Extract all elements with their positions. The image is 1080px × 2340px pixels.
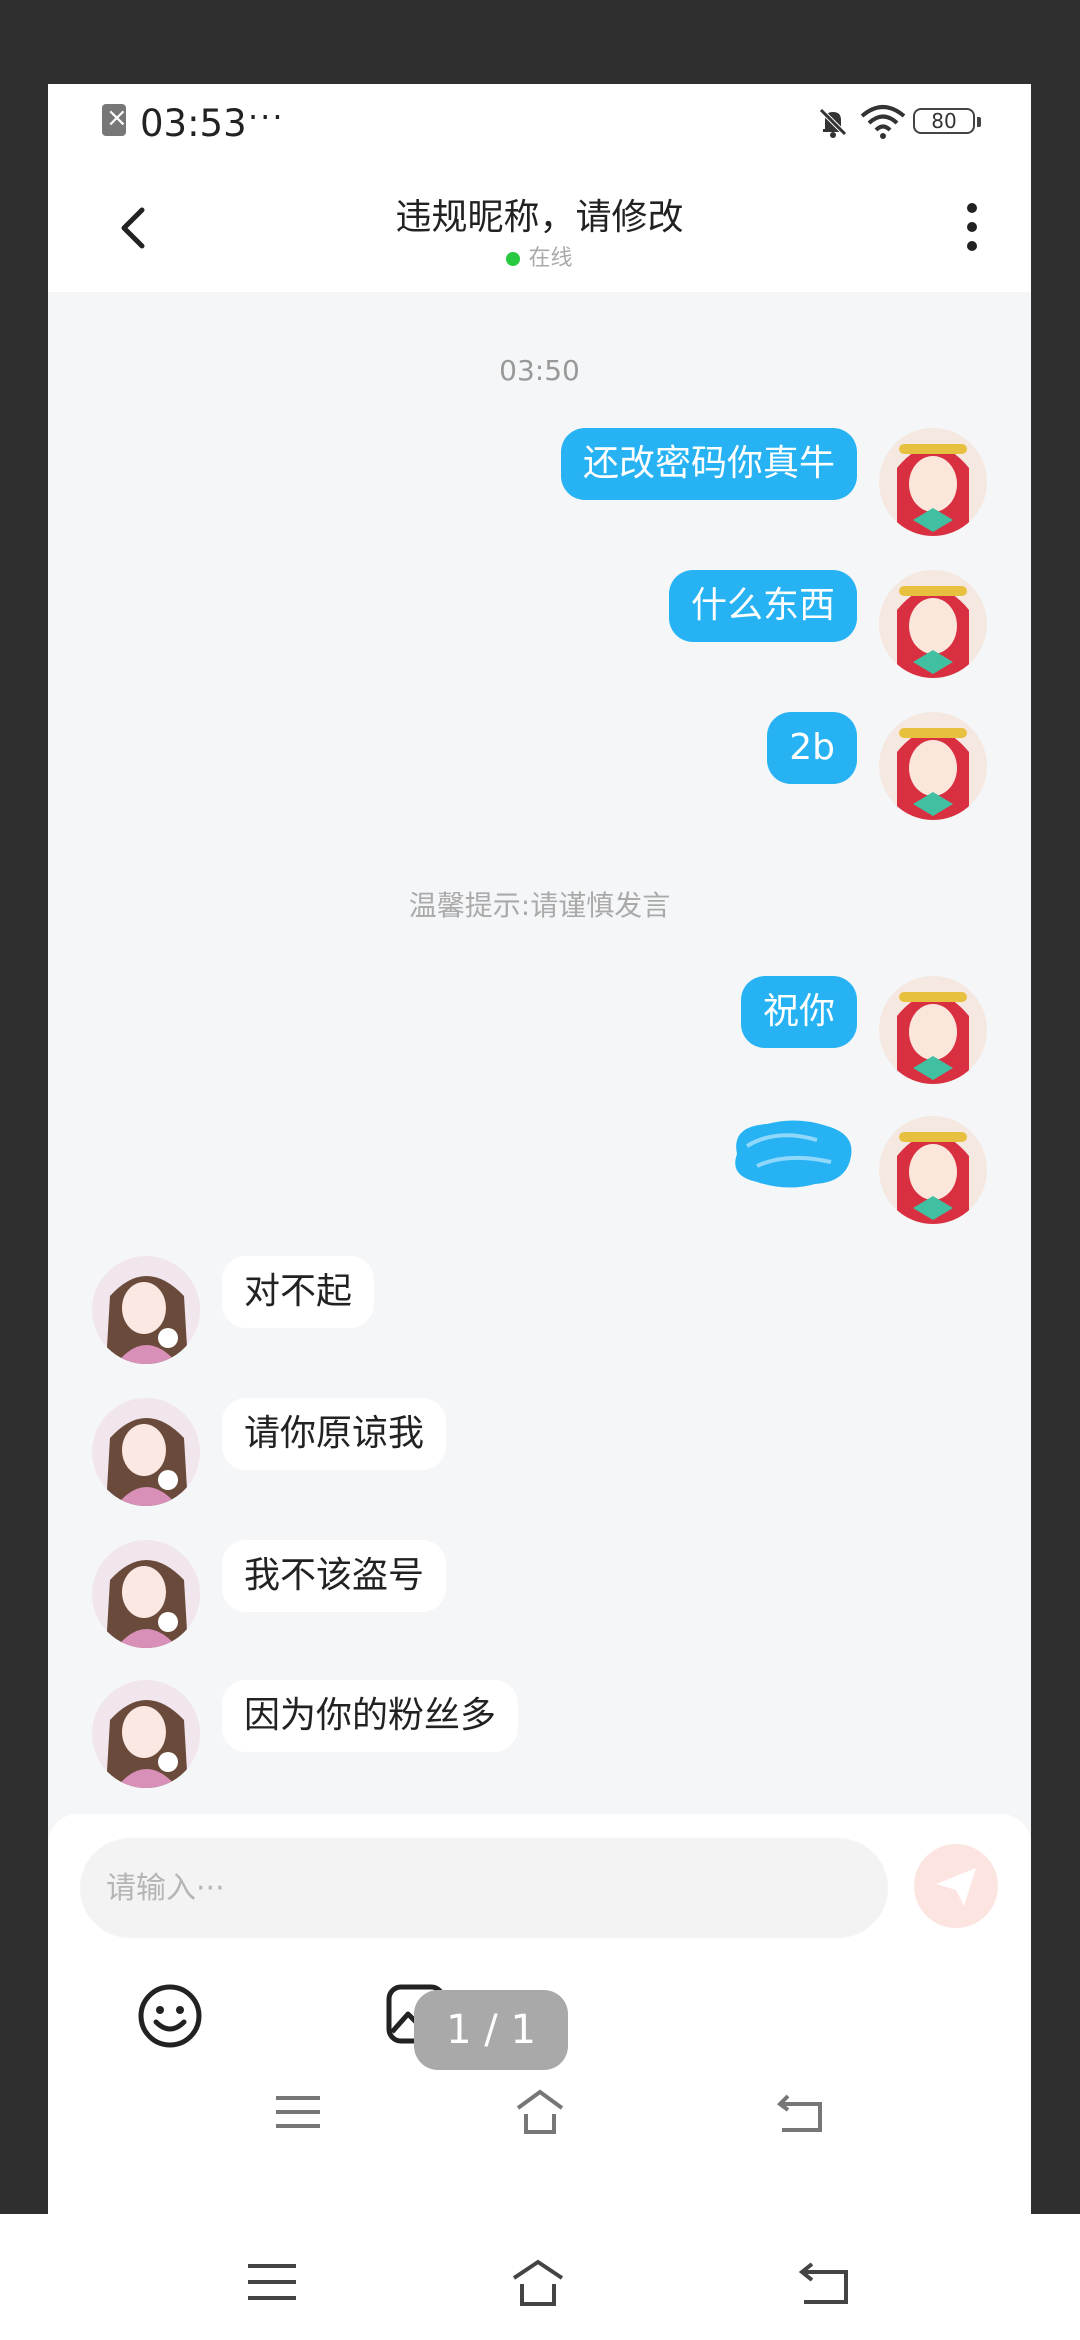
message-input[interactable] [80, 1838, 888, 1938]
emoji-icon[interactable] [136, 1982, 204, 2050]
sent-bubble[interactable]: 什么东西 [668, 570, 857, 642]
received-bubble[interactable]: 对不起 [222, 1256, 375, 1328]
message-row-sent: 祝你 [48, 976, 1031, 1086]
send-icon [936, 1868, 976, 1906]
online-label: 在线 [528, 246, 573, 271]
my-avatar[interactable] [879, 712, 987, 820]
contact-avatar[interactable] [92, 1540, 200, 1648]
status-bar: 03:53 ··· 80 [48, 84, 1031, 164]
online-status: 在线 [48, 240, 1031, 272]
message-row-sent: 还改密码你真牛 [48, 428, 1031, 538]
received-bubble[interactable]: 请你原谅我 [222, 1398, 447, 1470]
notification-x-icon [102, 102, 128, 136]
warning-tip: 温馨提示:请谨慎发言 [408, 889, 671, 922]
message-row-received: 因为你的粉丝多 [48, 1680, 1031, 1790]
more-vertical-icon[interactable] [965, 202, 979, 252]
sent-bubble[interactable]: 2b [767, 712, 857, 784]
home-icon[interactable] [510, 2254, 566, 2310]
redacted-scribble[interactable] [727, 1116, 857, 1192]
contact-avatar[interactable] [92, 1680, 200, 1788]
message-row-received: 我不该盗号 [48, 1540, 1031, 1650]
message-row-received: 请你原谅我 [48, 1398, 1031, 1508]
system-navigation-bar [0, 2214, 1080, 2340]
menu-lines-icon [276, 2096, 320, 2128]
my-avatar[interactable] [879, 428, 987, 536]
bell-off-icon [819, 108, 847, 138]
send-button[interactable] [914, 1844, 998, 1928]
status-more-dots: ··· [248, 98, 285, 136]
my-avatar[interactable] [879, 570, 987, 678]
chat-header: 违规昵称，请修改 在线 [48, 164, 1031, 292]
sent-bubble[interactable]: 祝你 [740, 976, 857, 1048]
wifi-icon [860, 105, 906, 139]
page-indicator: 1 / 1 [414, 1990, 568, 2070]
message-timestamp: 03:50 [499, 354, 580, 387]
message-row-received: 对不起 [48, 1256, 1031, 1366]
online-dot-icon [506, 252, 521, 266]
contact-avatar[interactable] [92, 1256, 200, 1364]
sent-bubble[interactable]: 还改密码你真牛 [560, 428, 857, 500]
back-icon[interactable] [796, 2254, 852, 2310]
status-time: 03:53 [140, 102, 247, 145]
battery-indicator: 80 [913, 108, 981, 134]
received-bubble[interactable]: 我不该盗号 [222, 1540, 447, 1612]
message-row-sent [48, 1116, 1031, 1226]
phone-screen: 03:53 ··· 80 违规昵称，请修改 在线 [48, 84, 1031, 2214]
my-avatar[interactable] [879, 976, 987, 1084]
recent-apps-icon[interactable] [244, 2254, 300, 2310]
received-bubble[interactable]: 因为你的粉丝多 [222, 1680, 519, 1752]
chat-title: 违规昵称，请修改 [395, 197, 684, 238]
home-outline-icon [516, 2089, 564, 2134]
back-return-icon [776, 2094, 822, 2132]
message-row-sent: 2b [48, 712, 1031, 822]
message-row-sent: 什么东西 [48, 570, 1031, 680]
contact-avatar[interactable] [92, 1398, 200, 1506]
my-avatar[interactable] [879, 1116, 987, 1224]
